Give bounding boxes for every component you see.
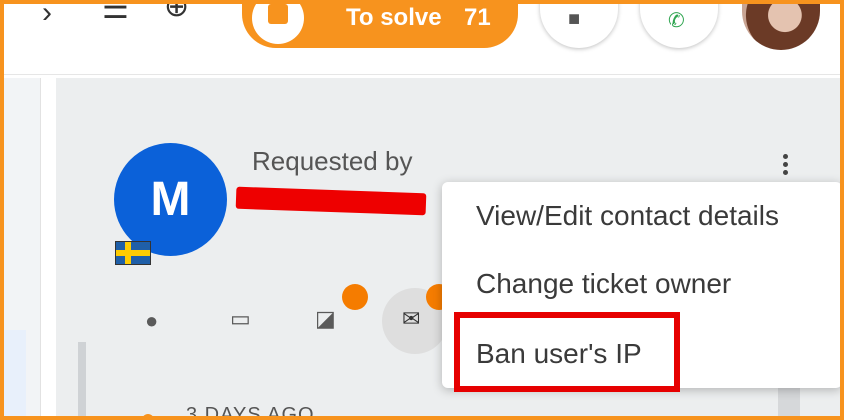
chat-button[interactable]: ■ [540,4,618,48]
timeline-dot [142,414,154,416]
phone-icon: ✆ [668,10,685,32]
top-bar: › ☰ ⊕ To solve 71 ■ ✆ [4,4,840,74]
to-solve-count: 71 [464,4,491,31]
mail-icon: ✉ [402,306,421,331]
user-avatar[interactable] [742,4,820,50]
person-icon[interactable]: ● [145,308,158,334]
panel-divider [78,342,86,416]
note-notification-badge [342,284,368,310]
left-panel-selection [4,330,26,416]
timeline-days-ago: 3 DAYS AGO [186,404,315,420]
requester-initial: M [150,173,191,226]
phone-button[interactable]: ✆ [640,4,718,48]
menu-item-view-edit-contact[interactable]: View/Edit contact details [476,200,779,232]
add-icon[interactable]: ⊕ [164,4,189,22]
more-vertical-icon[interactable] [782,154,790,176]
chat-icon: ■ [568,8,581,30]
left-panel [4,78,41,416]
to-solve-label: To solve [346,4,442,31]
ban-ip-highlight [454,312,680,392]
back-arrow-icon[interactable]: › [42,4,52,28]
to-solve-button[interactable]: To solve 71 [242,4,518,48]
requester-avatar: M [114,143,227,256]
menu-icon[interactable]: ☰ [102,4,129,24]
ticket-icon [252,4,304,44]
menu-item-change-ticket-owner[interactable]: Change ticket owner [476,268,731,300]
window-icon[interactable]: ▭ [230,306,251,332]
app-frame: › ☰ ⊕ To solve 71 ■ ✆ M Requested by ● ▭… [0,0,844,420]
requested-by-label: Requested by [252,146,413,176]
note-icon[interactable]: ◪ [315,306,336,332]
sweden-flag-icon [115,241,151,265]
